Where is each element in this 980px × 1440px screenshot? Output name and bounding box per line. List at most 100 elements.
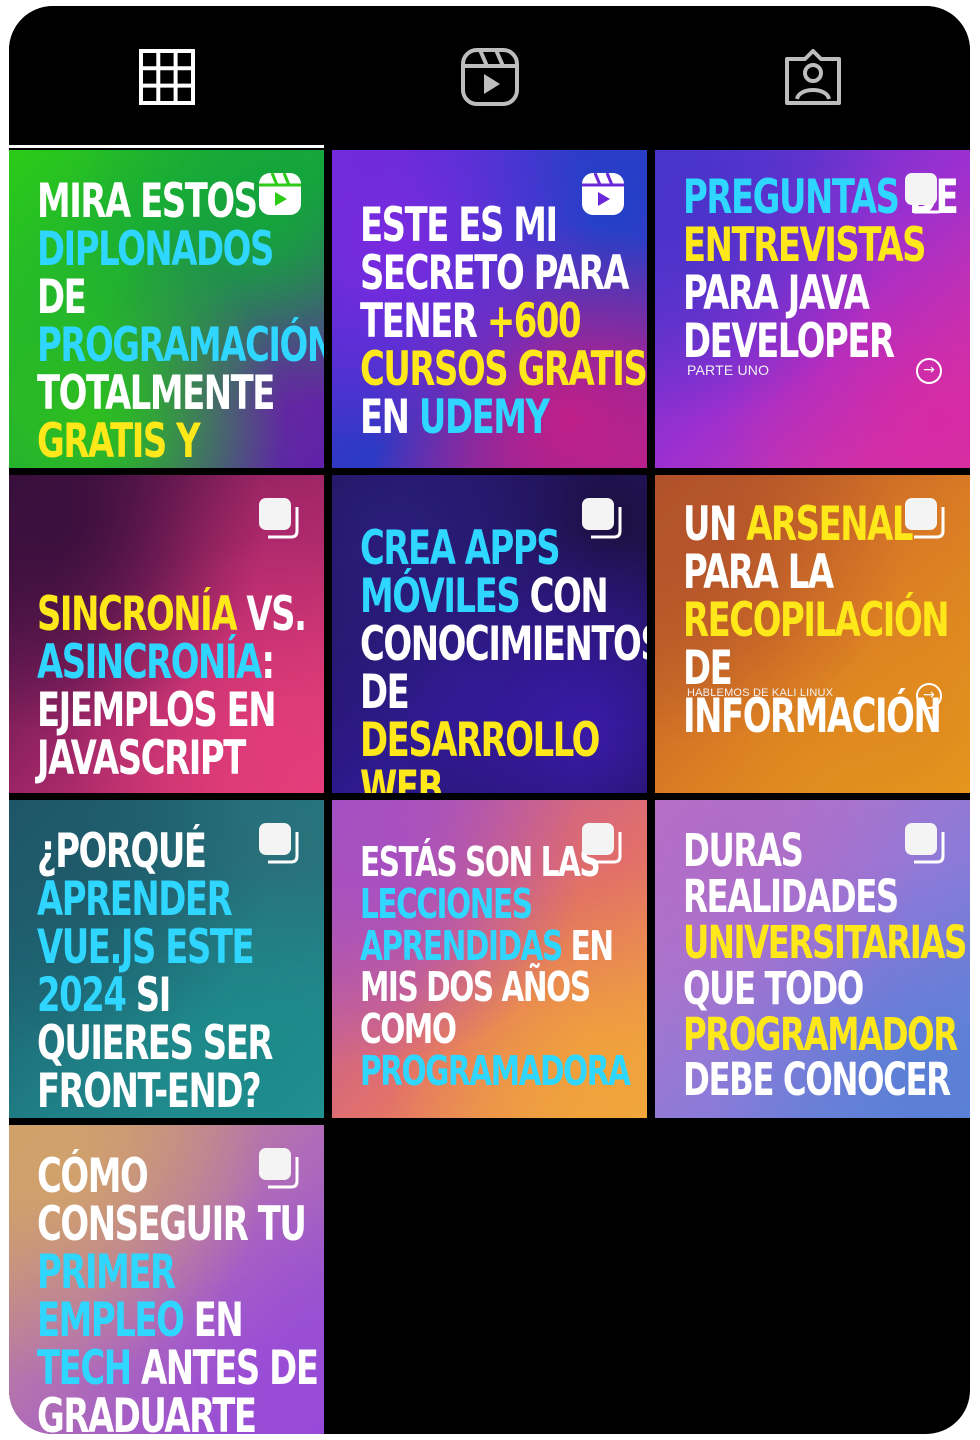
title-segment: gratis y (37, 413, 201, 468)
post-tile-9[interactable]: Duras realidades universitarias que todo pro… (655, 800, 970, 1118)
title-segment: Un (683, 497, 747, 552)
reels-icon (460, 48, 519, 106)
post-tile-7[interactable]: ¿Porqué aprender Vue.js este 2024 si quieres… (9, 800, 324, 1118)
title-segment: online (37, 462, 172, 468)
title-segment: : (261, 634, 275, 690)
title-segment: Preguntas (683, 170, 900, 225)
title-segment: recopilación (683, 592, 950, 648)
title-segment: Asincronía (37, 634, 263, 690)
title-line: secreto para (360, 249, 647, 298)
active-tab-indicator (9, 145, 324, 148)
title-line: Sincronía vs. (37, 591, 324, 639)
carousel-icon (259, 1148, 299, 1189)
post-title: Mira estos Diplonados de programación total… (37, 178, 324, 468)
post-title: Estás son las lecciones aprendidas en mis d… (360, 841, 647, 1093)
title-segment: lecciones (360, 879, 533, 928)
tab-tagged[interactable] (655, 6, 970, 148)
post-title: Este es mi secreto para tener +600 cursos g… (360, 202, 647, 442)
tab-reels[interactable] (332, 6, 647, 148)
reels-icon (259, 172, 301, 215)
post-title: Crea apps móviles con conocimientos de desa… (360, 525, 647, 793)
title-line: Diplonados de (37, 225, 324, 325)
tagged-person-icon (784, 49, 841, 105)
title-line: web (360, 764, 647, 793)
title-line: empleo en (37, 1296, 324, 1345)
title-segment: para la (683, 544, 834, 600)
post-tile-1[interactable]: Mira estos Diplonados de programación total… (9, 150, 324, 468)
post-tile-8[interactable]: Estás son las lecciones aprendidas en mis d… (332, 800, 647, 1118)
title-segment: ¿Porqué (37, 824, 207, 879)
carousel-icon (905, 173, 945, 214)
title-segment: arsenal (746, 497, 913, 552)
title-segment: front-end? (37, 1063, 262, 1118)
title-line: aprendidas en (360, 925, 647, 968)
tab-grid[interactable] (9, 6, 324, 148)
title-segment: ejemplos en (37, 682, 277, 738)
title-line: graduarte (37, 1392, 324, 1434)
arrow-right-icon: → (916, 683, 942, 709)
title-segment: cursos gratis (360, 341, 647, 397)
title-line: ejemplos en (37, 686, 324, 735)
post-title: Sincronía vs. Asincronía: ejemplos en JavaS… (37, 591, 324, 783)
title-segment: developer (683, 313, 895, 369)
title-segment: Vue.js este (37, 919, 255, 975)
title-line: programación (37, 321, 324, 370)
post-tile-10[interactable]: Cómo conseguir tu primer empleo en tech ante… (9, 1125, 324, 1434)
title-segment: secreto para (360, 245, 629, 301)
title-segment: tech (37, 1340, 132, 1396)
post-tile-2[interactable]: Este es mi secreto para tener +600 cursos g… (332, 150, 647, 468)
title-line: debe conocer (683, 1057, 970, 1103)
title-line: Asincronía: (37, 638, 324, 687)
post-tile-5[interactable]: Crea apps móviles con conocimientos de desa… (332, 475, 647, 793)
title-segment: de (360, 664, 410, 720)
title-segment: tener (360, 293, 487, 349)
title-line: quieres ser (37, 1019, 324, 1068)
title-segment: conocimientos (360, 616, 647, 672)
title-segment: Mira estos (37, 174, 258, 229)
title-line: JavaScript (37, 734, 324, 783)
post-title: Cómo conseguir tu primer empleo en tech ante… (37, 1153, 324, 1434)
title-line: totalmente (37, 369, 324, 418)
grid-icon (138, 49, 195, 105)
title-line: 2024 si (37, 971, 324, 1020)
title-segment: entrevistas (683, 217, 926, 273)
title-line: realidades (683, 873, 970, 920)
title-line: conseguir tu (37, 1200, 324, 1249)
title-segment: programación (37, 317, 324, 373)
title-segment: Diplonados (37, 221, 274, 277)
post-tile-3[interactable]: Preguntas deentrevistaspara Javadevelope… (655, 150, 970, 468)
title-segment: conseguir tu (37, 1196, 307, 1252)
title-segment: quieres ser (37, 1015, 273, 1071)
title-segment: como (360, 1005, 457, 1054)
arrow-right-icon: → (916, 358, 942, 384)
post-subtitle: PARTE UNO (687, 362, 770, 378)
title-line: como (360, 1008, 647, 1051)
title-line: programadora (360, 1050, 647, 1093)
title-segment: Crea apps (360, 521, 561, 576)
title-line: Vue.js este (37, 923, 324, 972)
profile-tab-bar (9, 6, 970, 148)
carousel-icon (582, 498, 622, 539)
title-segment: Estás son las (360, 838, 601, 886)
post-title: ¿Porqué aprender Vue.js este 2024 si quieres… (37, 828, 324, 1116)
title-segment: de (37, 269, 87, 325)
post-subtitle: HABLEMOS DE KALI LINUX (687, 687, 834, 699)
title-segment: vs. (236, 587, 307, 642)
carousel-icon (905, 498, 945, 539)
post-tile-4[interactable]: Sincronía vs. Asincronía: ejemplos en JavaS… (9, 475, 324, 793)
title-segment: con (519, 568, 609, 624)
post-tile-6[interactable]: Un arsenal para la recopilación de informac… (655, 475, 970, 793)
profile-grid-frame: Mira estos Diplonados de programación total… (9, 6, 970, 1434)
title-line: cursos gratis (360, 345, 647, 394)
title-line: tech antes de (37, 1344, 324, 1393)
title-line: gratis y (37, 417, 324, 466)
title-segment: programadora (360, 1047, 631, 1096)
post-title: Duras realidades universitarias que todo pro… (683, 828, 970, 1103)
title-segment: web (360, 760, 443, 793)
title-line: programador (683, 1011, 970, 1058)
title-segment: en (561, 921, 614, 970)
title-segment: Cómo (37, 1149, 149, 1204)
title-segment: Sincronía (37, 587, 238, 642)
title-segment: mis dos años (360, 963, 591, 1012)
reels-icon (582, 172, 624, 215)
